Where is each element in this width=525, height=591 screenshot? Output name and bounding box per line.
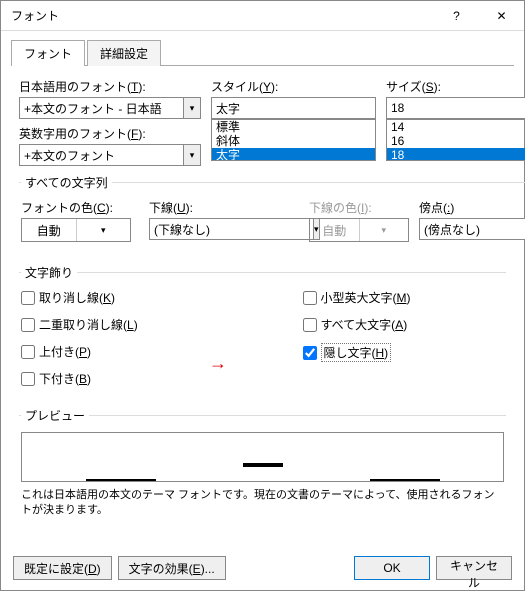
style-label: スタイル(Y): bbox=[211, 78, 376, 95]
size-input[interactable] bbox=[386, 97, 525, 119]
dropdown-icon: ▾ bbox=[359, 219, 409, 241]
underline-label: 下線(U): bbox=[149, 199, 299, 216]
list-item[interactable]: 14 bbox=[387, 120, 525, 134]
cancel-button[interactable]: キャンセル bbox=[436, 556, 512, 580]
underline-color-label: 下線の色(I): bbox=[309, 199, 409, 216]
tab-font[interactable]: フォント bbox=[11, 40, 85, 66]
close-button[interactable]: ✕ bbox=[479, 2, 524, 30]
emphasis-combo[interactable]: ▾ bbox=[419, 218, 525, 240]
emphasis-label: 傍点(:) bbox=[419, 199, 525, 216]
en-font-input[interactable] bbox=[19, 144, 183, 166]
en-font-label: 英数字用のフォント(F): bbox=[19, 125, 201, 142]
emphasis-input[interactable] bbox=[419, 218, 525, 240]
underline-input[interactable] bbox=[149, 218, 313, 240]
smallcaps-checkbox[interactable]: 小型英大文字(M) bbox=[303, 289, 505, 306]
en-font-combo[interactable]: ▾ bbox=[19, 144, 201, 166]
tab-bar: フォント 詳細設定 bbox=[11, 39, 514, 66]
allchars-group: すべての文字列 フォントの色(C): 自動 ▾ 下線(U): ▾ 下線の色(I)… bbox=[19, 174, 525, 254]
footer: 既定に設定(D) 文字の効果(E)... OK キャンセル bbox=[1, 556, 524, 580]
font-color-button[interactable]: 自動 ▾ bbox=[21, 218, 131, 242]
preview-description: これは日本語用の本文のテーマ フォントです。現在の文書のテーマによって、使用され… bbox=[21, 488, 504, 519]
dropdown-icon: ▾ bbox=[76, 219, 131, 241]
underline-color-button: 自動 ▾ bbox=[309, 218, 409, 242]
dropdown-icon[interactable]: ▾ bbox=[183, 97, 201, 119]
style-input[interactable] bbox=[211, 97, 376, 119]
jp-font-combo[interactable]: ▾ bbox=[19, 97, 201, 119]
font-color-label: フォントの色(C): bbox=[21, 199, 139, 216]
hidden-checkbox[interactable]: 隠し文字(H) bbox=[303, 343, 505, 362]
list-item[interactable]: 太字 bbox=[212, 148, 375, 161]
list-item[interactable]: 18 bbox=[387, 148, 525, 161]
tab-advanced[interactable]: 詳細設定 bbox=[87, 40, 161, 66]
underline-combo[interactable]: ▾ bbox=[149, 218, 299, 240]
list-item[interactable]: 斜体 bbox=[212, 134, 375, 148]
list-item[interactable]: 標準 bbox=[212, 120, 375, 134]
dropdown-icon[interactable]: ▾ bbox=[183, 144, 201, 166]
titlebar: フォント ? ✕ bbox=[1, 1, 524, 31]
list-item[interactable]: 16 bbox=[387, 134, 525, 148]
ok-button[interactable]: OK bbox=[354, 556, 430, 580]
size-label: サイズ(S): bbox=[386, 78, 525, 95]
size-listbox[interactable]: 14 16 18 bbox=[386, 119, 525, 161]
allcaps-checkbox[interactable]: すべて大文字(A) bbox=[303, 316, 505, 333]
double-strike-checkbox[interactable]: 二重取り消し線(L) bbox=[21, 316, 223, 333]
style-listbox[interactable]: 標準 斜体 太字 bbox=[211, 119, 376, 161]
jp-font-input[interactable] bbox=[19, 97, 183, 119]
help-button[interactable]: ? bbox=[434, 2, 479, 30]
preview-legend: プレビュー bbox=[21, 407, 89, 424]
superscript-checkbox[interactable]: 上付き(P) bbox=[21, 343, 223, 360]
subscript-checkbox[interactable]: 下付き(B) bbox=[21, 370, 223, 387]
pane: 日本語用のフォント(T): ▾ 英数字用のフォント(F): ▾ スタイル(Y):… bbox=[1, 66, 524, 527]
preview-box bbox=[21, 432, 504, 482]
effects-group: 文字飾り → 取り消し線(K) 二重取り消し線(L) 上付き(P) 下付き(B)… bbox=[19, 264, 506, 397]
strike-checkbox[interactable]: 取り消し線(K) bbox=[21, 289, 223, 306]
text-effects-button[interactable]: 文字の効果(E)... bbox=[118, 556, 226, 580]
effects-legend: 文字飾り bbox=[21, 264, 77, 281]
jp-font-label: 日本語用のフォント(T): bbox=[19, 78, 201, 95]
preview-group: プレビュー これは日本語用の本文のテーマ フォントです。現在の文書のテーマによっ… bbox=[19, 407, 506, 527]
set-default-button[interactable]: 既定に設定(D) bbox=[13, 556, 112, 580]
arrow-annotation: → bbox=[209, 353, 227, 374]
window-title: フォント bbox=[11, 7, 434, 24]
allchars-legend: すべての文字列 bbox=[21, 174, 112, 191]
